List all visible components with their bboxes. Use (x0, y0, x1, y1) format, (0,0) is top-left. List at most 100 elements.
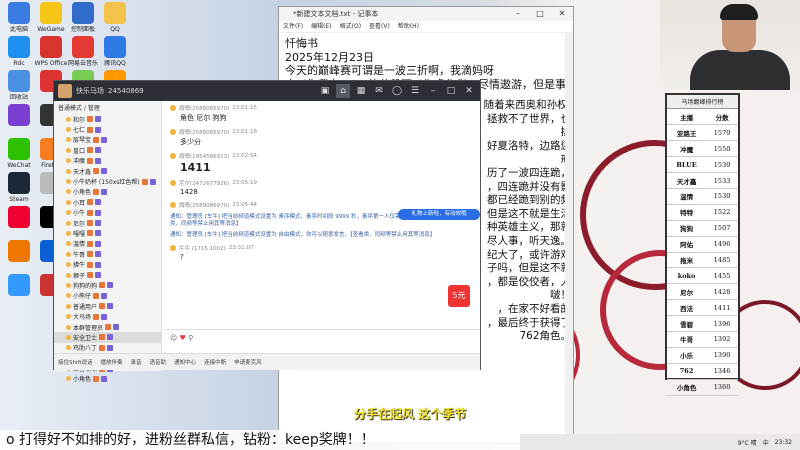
message-user[interactable]: 旗嗯(2588086970) (179, 104, 229, 112)
notepad-titlebar[interactable]: *新建文本文档.txt - 记事本 – □ ✕ (279, 7, 573, 21)
member-item[interactable]: 皇口 (54, 145, 161, 155)
desktop-icon[interactable]: 此电脑 (2, 2, 36, 33)
member-item[interactable]: 拂牛 (54, 259, 161, 269)
member-item[interactable]: 天才鑫 (54, 166, 161, 176)
menu-view[interactable]: 查看(V) (369, 21, 390, 32)
member-item[interactable]: 狮子 (54, 270, 161, 280)
minimize-icon[interactable]: – (426, 84, 440, 98)
emoji-icon[interactable]: ☺ (170, 334, 177, 342)
game-icon[interactable]: ▦ (354, 84, 368, 98)
member-item[interactable]: 狗狗的狗 (54, 280, 161, 290)
member-list[interactable]: 普通模式 / 管理 和尔 七仁 层琴宝 皇口 冲魔 天才鑫 小牛奶杯 (150xs红色帮) 小… (54, 101, 162, 383)
member-name: 狗狗的狗 (73, 282, 98, 290)
request-mic[interactable]: 申请麦克风 (234, 358, 262, 366)
message-user[interactable]: 旗嗯(1954586913) (179, 152, 229, 160)
shirt-icon[interactable]: ◯ (390, 84, 404, 98)
member-item[interactable]: 安全卫士 (54, 332, 161, 343)
member-item[interactable]: 本群管理员 (54, 322, 161, 332)
desktop-icon[interactable]: WeChat (2, 138, 36, 169)
notepad-line: 历了一波四连跪， (487, 166, 571, 179)
menu-help[interactable]: 帮助(H) (398, 21, 419, 32)
status-dot-icon (66, 282, 71, 288)
window-icon[interactable]: □ (444, 84, 458, 98)
desktop-icon[interactable]: WPS Office (34, 36, 68, 67)
badge-icon (107, 344, 114, 351)
desktop-icon-label: 控制面板 (70, 26, 95, 33)
app-icon (72, 36, 94, 58)
heart-icon[interactable]: ♥ (180, 334, 186, 342)
desktop-icon[interactable] (2, 274, 36, 298)
home-icon[interactable]: ⌂ (336, 84, 350, 98)
mail-icon[interactable]: ✉ (372, 84, 386, 98)
desktop-icon[interactable] (2, 206, 36, 230)
member-item[interactable]: 尼尔 (54, 218, 161, 228)
desktop-icon[interactable] (2, 104, 36, 128)
minimize-icon[interactable]: – (507, 7, 529, 21)
notepad-scrollbar[interactable] (565, 33, 573, 443)
desktop-icon[interactable]: Rdc (2, 36, 36, 67)
gift-button[interactable]: 5元 (448, 285, 470, 307)
weather-text[interactable]: 9°C 晴 (738, 438, 757, 447)
message-user[interactable]: 尼尔(2472677926) (179, 179, 229, 187)
clock-text[interactable]: 23:32 (775, 439, 792, 446)
member-item[interactable]: 和尔 (54, 114, 161, 124)
member-item[interactable]: 嘎嘎 (54, 228, 161, 238)
member-item[interactable]: 小熊仔 (54, 291, 161, 301)
badge-icon (101, 313, 108, 320)
close-icon[interactable]: ✕ (551, 7, 573, 21)
menu-file[interactable]: 文件(F) (283, 21, 303, 32)
message-user[interactable]: 旗嗯(2588086970) (179, 201, 229, 209)
maximize-icon[interactable]: □ (529, 7, 551, 21)
member-item[interactable]: 小牛奶杯 (150xs红色帮) (54, 176, 161, 186)
voice-chat-window[interactable]: 快乐马场 24540869 ▣ ⌂ ▦ ✉ ◯ ☰ – □ ✕ 普通模式 / 管… (53, 80, 481, 383)
ranking-row: 小乐 1390 (667, 347, 738, 364)
message-user[interactable]: 旗嗯(2588086970) (179, 128, 229, 136)
menu-edit[interactable]: 编辑(E) (311, 21, 331, 32)
notification-center[interactable]: 通知中心 (174, 358, 196, 366)
desktop-icon[interactable]: Steam (2, 172, 36, 203)
member-item[interactable]: 小角色 (54, 187, 161, 197)
user-medal-icon (170, 153, 176, 159)
desktop-icon[interactable]: 腾讯QQ (98, 36, 132, 67)
webcam-person-shirt (690, 50, 790, 90)
screen-icon[interactable]: ▣ (318, 84, 332, 98)
member-item[interactable]: 小牛 (54, 208, 161, 218)
status-dot-icon (66, 272, 71, 278)
member-item[interactable]: 普通用户 (54, 301, 161, 311)
sidebar-header: 普通模式 / 管理 (58, 105, 100, 112)
member-item[interactable]: 七仁 (54, 124, 161, 134)
member-item[interactable]: 温情 (54, 239, 161, 249)
desktop-icon-label: WeChat (7, 162, 31, 169)
record-button[interactable]: 录音 (131, 358, 142, 366)
desktop-icon[interactable]: 回收站 (2, 70, 36, 101)
member-item[interactable]: 牛哥 (54, 249, 161, 259)
voice-helper[interactable]: 语音助 (150, 358, 167, 366)
desktop-icon[interactable]: 控制面板 (66, 2, 100, 33)
gift-promo-badge[interactable]: 礼物上新啦，有动效哦 (398, 209, 480, 220)
ime-indicator[interactable]: 中 (763, 438, 769, 447)
message: 牛牛 (1715 1002) 23:31:07 ? (164, 241, 480, 263)
push-to-talk[interactable]: 接住Shift说话 (58, 358, 93, 366)
menu-format[interactable]: 格式(O) (340, 21, 361, 32)
member-item[interactable]: 层琴宝 (54, 135, 161, 145)
badge-icon (93, 136, 100, 143)
search-icon[interactable]: ⚲ (188, 334, 193, 342)
member-item[interactable]: 小耳 (54, 197, 161, 207)
member-item[interactable]: 冲魔 (54, 156, 161, 166)
desktop-icon[interactable] (2, 240, 36, 264)
message: 旗嗯(2588086970) 23:01:15 角色 尼尔 狗狗 (164, 101, 480, 125)
message-input[interactable]: ☺ ♥ ⚲ (164, 329, 480, 353)
member-item[interactable]: 鸡肋八丁 (54, 343, 161, 353)
menu-icon[interactable]: ☰ (408, 84, 422, 98)
desktop-icon[interactable]: QQ (98, 2, 132, 33)
desktop-icon[interactable]: 网易云音乐 (66, 36, 100, 67)
badge-icon (101, 168, 108, 175)
notepad-line: 尽人事，听天逸。 (487, 234, 571, 247)
desktop-icon[interactable]: WeGame (34, 2, 68, 33)
member-item[interactable]: 大马场 (54, 311, 161, 321)
close-icon[interactable]: ✕ (462, 84, 476, 98)
play-accompaniment[interactable]: 播放伴奏 (101, 358, 123, 366)
member-item[interactable]: 小角色 (54, 374, 161, 384)
notepad-line: 762角色。 (519, 330, 571, 343)
streamer-score: 1360 (706, 379, 738, 396)
